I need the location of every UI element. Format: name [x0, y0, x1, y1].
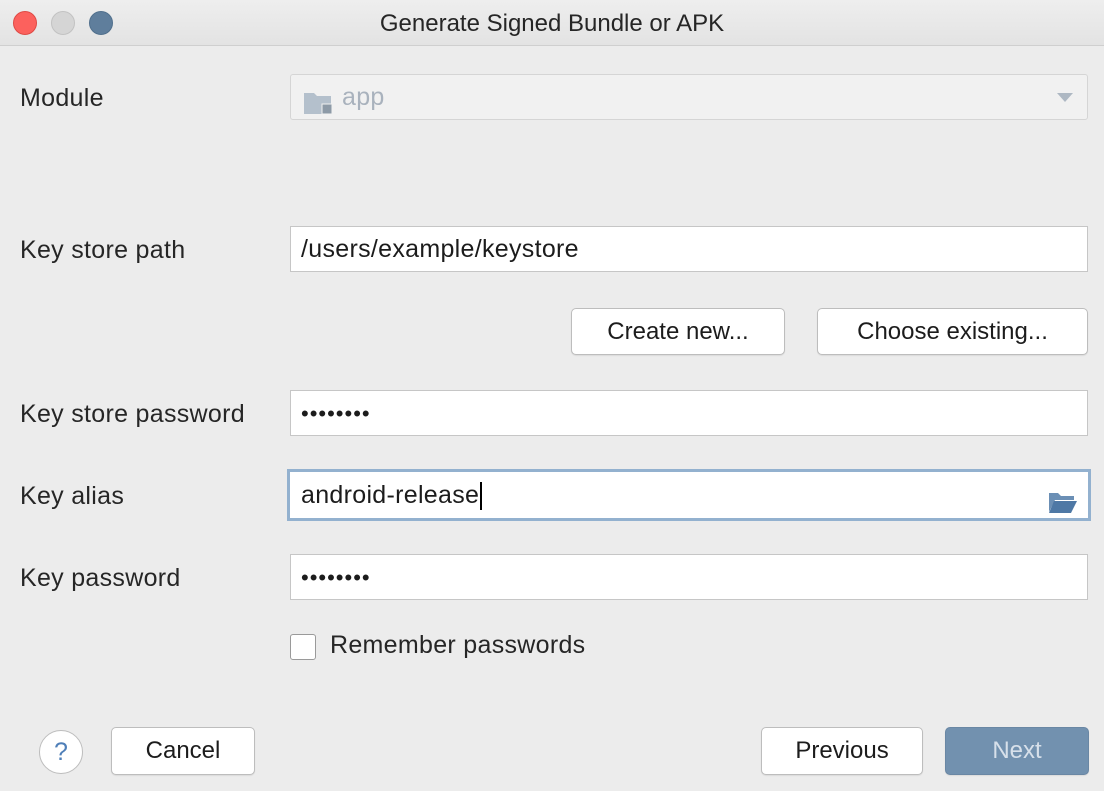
window-title: Generate Signed Bundle or APK: [379, 10, 725, 37]
help-button[interactable]: ?: [39, 730, 83, 774]
maximize-window-button[interactable]: [89, 11, 113, 35]
module-label: Module: [20, 84, 104, 112]
key-alias-label: Key alias: [20, 482, 125, 510]
module-folder-icon: [303, 86, 333, 130]
remember-passwords-checkbox[interactable]: [290, 634, 316, 660]
minimize-window-button[interactable]: [51, 11, 75, 35]
title-bar: Generate Signed Bundle or APK: [0, 0, 1104, 46]
signed-bundle-dialog: Generate Signed Bundle or APK Module app…: [0, 0, 1104, 791]
choose-existing-button[interactable]: Choose existing...: [817, 308, 1088, 355]
keystore-path-label: Key store path: [20, 236, 186, 264]
cancel-button[interactable]: Cancel: [111, 727, 255, 775]
key-alias-value: android-release: [301, 481, 480, 509]
key-alias-field[interactable]: android-release: [287, 469, 1091, 521]
next-button[interactable]: Next: [945, 727, 1089, 775]
module-dropdown[interactable]: app: [290, 74, 1088, 120]
keystore-password-label: Key store password: [20, 400, 245, 428]
create-new-button[interactable]: Create new...: [571, 308, 785, 355]
remember-passwords-label[interactable]: Remember passwords: [330, 631, 586, 660]
text-caret: [480, 482, 483, 511]
keystore-password-value: ••••••••: [301, 401, 371, 426]
key-password-label: Key password: [20, 564, 181, 592]
open-folder-icon[interactable]: [1048, 483, 1078, 529]
key-password-value: ••••••••: [301, 565, 371, 590]
previous-button[interactable]: Previous: [761, 727, 923, 775]
module-value: app: [342, 83, 385, 111]
keystore-path-value: /users/example/keystore: [301, 235, 579, 263]
keystore-password-field[interactable]: ••••••••: [290, 390, 1088, 436]
keystore-path-field[interactable]: /users/example/keystore: [290, 226, 1088, 272]
close-window-button[interactable]: [13, 11, 37, 35]
key-password-field[interactable]: ••••••••: [290, 554, 1088, 600]
chevron-down-icon: [1057, 93, 1073, 102]
